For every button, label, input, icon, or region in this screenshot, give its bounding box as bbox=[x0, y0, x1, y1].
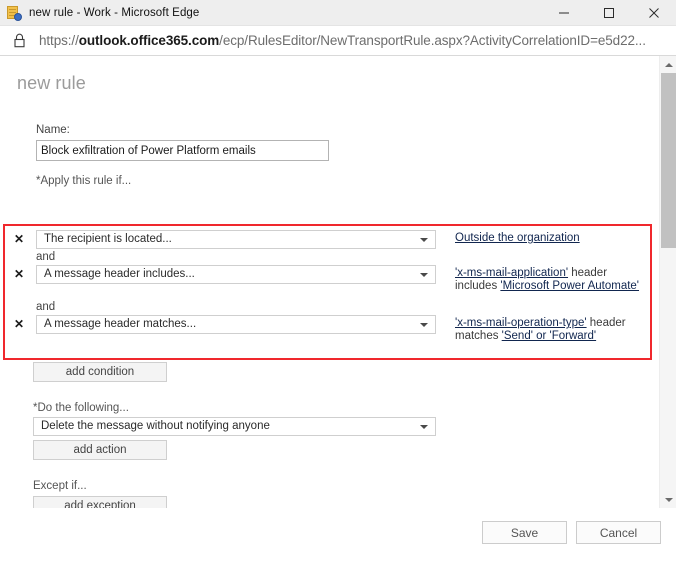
scroll-up-icon[interactable] bbox=[660, 56, 676, 73]
rule-form: Name: *Apply this rule if... bbox=[0, 124, 652, 187]
window-title: new rule - Work - Microsoft Edge bbox=[29, 6, 200, 19]
rule-document-icon bbox=[6, 5, 22, 21]
conditions-list: ✕ The recipient is located... Outside th… bbox=[0, 228, 652, 343]
and-label: and bbox=[36, 251, 56, 263]
chevron-down-icon bbox=[420, 323, 428, 327]
lock-icon bbox=[13, 33, 26, 48]
condition-row: ✕ A message header includes... 'x-ms-mai… bbox=[0, 265, 652, 293]
save-button[interactable]: Save bbox=[482, 521, 567, 544]
window-title-bar: new rule - Work - Microsoft Edge bbox=[0, 0, 676, 26]
url-scheme: https:// bbox=[39, 33, 79, 48]
condition-row: ✕ The recipient is located... Outside th… bbox=[0, 230, 652, 249]
maximize-button[interactable] bbox=[586, 0, 631, 25]
condition-link[interactable]: Outside the organization bbox=[455, 232, 580, 244]
close-icon bbox=[648, 7, 659, 18]
chevron-down-icon bbox=[420, 273, 428, 277]
apply-rule-label: *Apply this rule if... bbox=[36, 175, 132, 187]
scrollbar-thumb[interactable] bbox=[661, 73, 676, 248]
condition-link[interactable]: 'Microsoft Power Automate' bbox=[500, 280, 639, 292]
url-text: https://outlook.office365.com/ecp/RulesE… bbox=[39, 33, 646, 48]
condition-detail-links: Outside the organization bbox=[455, 230, 647, 245]
dialog-footer: Save Cancel bbox=[0, 508, 676, 563]
url-host: outlook.office365.com bbox=[78, 33, 220, 48]
condition-row: ✕ A message header matches... 'x-ms-mail… bbox=[0, 315, 652, 343]
delete-condition-icon[interactable]: ✕ bbox=[14, 230, 36, 249]
delete-condition-icon[interactable]: ✕ bbox=[14, 315, 36, 334]
address-bar[interactable]: https://outlook.office365.com/ecp/RulesE… bbox=[0, 26, 676, 56]
chevron-down-icon bbox=[420, 425, 428, 429]
condition-selected-value: A message header matches... bbox=[44, 318, 197, 330]
condition-selected-value: The recipient is located... bbox=[44, 233, 172, 245]
minimize-button[interactable] bbox=[541, 0, 586, 25]
condition-dropdown[interactable]: A message header matches... bbox=[36, 315, 436, 334]
cancel-button[interactable]: Cancel bbox=[576, 521, 661, 544]
page-body: new rule Name: *Apply this rule if... ✕ … bbox=[0, 56, 676, 563]
actions-section: add condition *Do the following... Delet… bbox=[0, 362, 652, 508]
add-action-button[interactable]: add action bbox=[33, 440, 167, 460]
rule-name-input[interactable] bbox=[36, 140, 329, 161]
url-path: /ecp/RulesEditor/NewTransportRule.aspx?A… bbox=[219, 33, 646, 48]
scrollable-content: new rule Name: *Apply this rule if... ✕ … bbox=[0, 56, 652, 508]
condition-link[interactable]: 'Send' or 'Forward' bbox=[502, 330, 596, 342]
name-label: Name: bbox=[36, 124, 70, 136]
close-button[interactable] bbox=[631, 0, 676, 25]
add-exception-button[interactable]: add exception bbox=[33, 496, 167, 508]
condition-detail-links: 'x-ms-mail-application' header includes … bbox=[455, 265, 647, 293]
window-controls bbox=[541, 0, 676, 25]
do-following-label: *Do the following... bbox=[33, 402, 129, 414]
condition-detail-links: 'x-ms-mail-operation-type' header matche… bbox=[455, 315, 647, 343]
maximize-icon bbox=[603, 7, 614, 18]
page-title: new rule bbox=[17, 73, 86, 93]
delete-condition-icon[interactable]: ✕ bbox=[14, 265, 36, 284]
condition-selected-value: A message header includes... bbox=[44, 268, 195, 280]
action-selected-value: Delete the message without notifying any… bbox=[41, 420, 270, 432]
add-condition-button[interactable]: add condition bbox=[33, 362, 167, 382]
condition-dropdown[interactable]: The recipient is located... bbox=[36, 230, 436, 249]
condition-link[interactable]: 'x-ms-mail-operation-type' bbox=[455, 317, 587, 329]
and-label: and bbox=[36, 301, 56, 313]
minimize-icon bbox=[558, 12, 569, 13]
vertical-scrollbar[interactable] bbox=[659, 56, 676, 508]
condition-link[interactable]: 'x-ms-mail-application' bbox=[455, 267, 568, 279]
chevron-down-icon bbox=[420, 238, 428, 242]
action-dropdown[interactable]: Delete the message without notifying any… bbox=[33, 417, 436, 436]
condition-dropdown[interactable]: A message header includes... bbox=[36, 265, 436, 284]
except-if-label: Except if... bbox=[33, 480, 87, 492]
scroll-down-icon[interactable] bbox=[660, 491, 676, 508]
